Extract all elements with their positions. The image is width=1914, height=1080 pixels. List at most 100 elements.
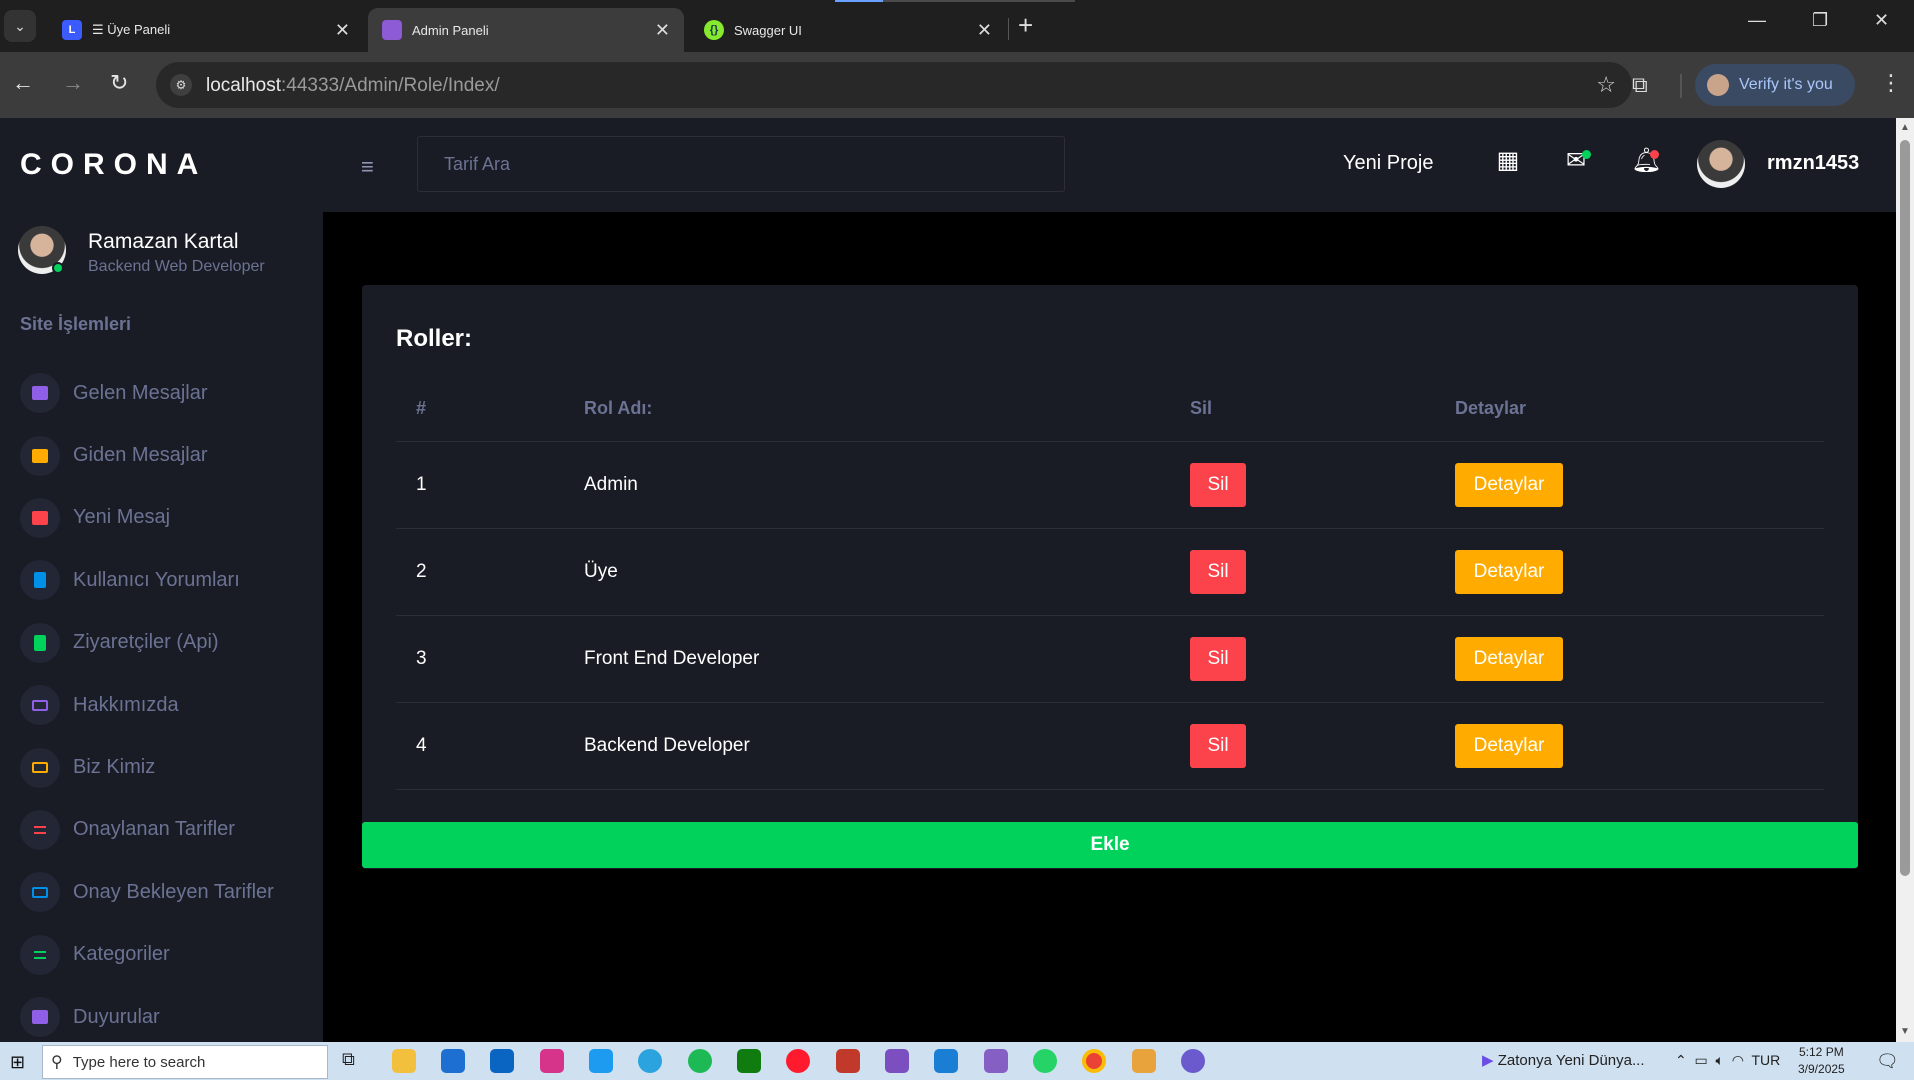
avatar[interactable] [1697,140,1745,188]
bookmark-star-icon[interactable]: ☆ [1596,72,1616,98]
app-icon[interactable] [1132,1049,1156,1073]
site-info-icon[interactable]: ⚙ [170,74,192,96]
role-name: Backend Developer [564,702,1170,790]
profile-name: Ramazan Kartal [88,230,239,253]
store-icon[interactable] [441,1049,465,1073]
bell-icon[interactable]: 🔔︎ [1631,148,1661,174]
admin-app: CORONA Ramazan Kartal Backend Web Develo… [0,118,1896,1042]
taskbar-search[interactable]: ⚲ Type here to search [42,1045,328,1079]
tab-title: Swagger UI [734,22,802,38]
visual-studio-icon[interactable] [885,1049,909,1073]
close-icon[interactable]: ✕ [335,20,350,41]
sidebar-item-kullanici-yorumlari[interactable]: Kullanıcı Yorumları [20,549,320,611]
tab-search-button[interactable]: ⌄ [4,10,36,42]
mail-icon[interactable]: ✉ [1563,148,1591,174]
media-title: Zatonya Yeni Dünya... [1497,1052,1645,1069]
apps-grid-icon[interactable]: ▦ [1495,148,1521,174]
file-explorer-icon[interactable] [392,1049,416,1073]
sidebar-item-duyurular[interactable]: Duyurular [20,986,320,1042]
scroll-down-icon[interactable]: ▼ [1900,1026,1910,1037]
delete-button[interactable]: Sil [1190,462,1246,507]
close-icon[interactable]: ✕ [655,20,670,41]
telegram-icon[interactable] [638,1049,662,1073]
role-id: 3 [396,615,564,703]
system-tray[interactable]: ⌃ ▭ 🔈︎ ◠ TUR [1675,1052,1780,1069]
sidebar-menu: Gelen Mesajlar Giden Mesajlar Yeni Mesaj… [20,362,320,1042]
scrollbar-thumb[interactable] [1900,140,1910,876]
spotify-icon[interactable] [688,1049,712,1073]
task-view-icon[interactable]: ⧉ [342,1049,366,1073]
notification-center-icon[interactable]: 🗨︎ [1876,1051,1899,1072]
sidebar-item-label: Kategoriler [73,943,170,966]
verify-profile-button[interactable]: Verify it's you [1695,64,1855,106]
page-scrollbar[interactable]: ▲ ▼ [1896,118,1914,1042]
column-header: Sil [1170,377,1435,442]
tab-uye-paneli[interactable]: L ☰ Üye Paneli ✕ [48,8,364,52]
tab-swagger-ui[interactable]: {} Swagger UI ✕ [690,8,1006,52]
back-icon[interactable]: ← [12,70,34,96]
reload-icon[interactable]: ↻ [110,70,128,96]
vscode-icon[interactable] [934,1049,958,1073]
whatsapp-icon[interactable] [1033,1049,1057,1073]
tab-admin-paneli[interactable]: Admin Paneli ✕ [368,8,684,52]
message-icon [20,497,60,538]
app-icon[interactable] [1181,1049,1205,1073]
window-close-icon[interactable]: ✕ [1874,10,1889,31]
sidebar-item-onaylanan-tarifler[interactable]: Onaylanan Tarifler [20,799,320,861]
username[interactable]: rmzn1453 [1767,152,1859,175]
delete-button[interactable]: Sil [1190,636,1246,681]
details-button[interactable]: Detaylar [1455,723,1563,768]
menu-toggle-icon[interactable]: ≡ [361,154,374,180]
add-role-button[interactable]: Ekle [362,822,1858,868]
sidebar-heading: Site İşlemleri [20,314,132,334]
brand-logo[interactable]: CORONA [20,148,207,182]
close-icon[interactable]: ✕ [977,20,992,41]
delete-button[interactable]: Sil [1190,723,1246,768]
search-input[interactable] [417,136,1065,192]
details-button[interactable]: Detaylar [1455,549,1563,594]
media-widget[interactable]: ▶ Zatonya Yeni Dünya... [1482,1051,1645,1069]
sidebar-item-label: Biz Kimiz [73,756,156,779]
wifi-icon[interactable]: ◠ [1732,1052,1744,1068]
instagram-icon[interactable] [540,1049,564,1073]
new-tab-button[interactable]: + [1018,10,1033,41]
minimize-icon[interactable]: — [1748,10,1766,31]
sidebar-item-onay-bekleyen-tarifler[interactable]: Onay Bekleyen Tarifler [20,861,320,923]
laptop-icon [20,872,60,913]
details-button[interactable]: Detaylar [1455,636,1563,681]
sidebar-item-label: Hakkımızda [73,693,179,716]
extensions-icon[interactable]: ⧉ [1632,72,1648,98]
sidebar-item-hakkimizda[interactable]: Hakkımızda [20,674,320,736]
restore-icon[interactable]: ❐ [1812,10,1828,31]
battery-icon[interactable]: ▭ [1695,1052,1708,1068]
menu-kebab-icon[interactable]: ⋮ [1880,70,1902,96]
clock[interactable]: 5:12 PM 3/9/2025 [1798,1044,1845,1078]
details-button[interactable]: Detaylar [1455,462,1563,507]
chrome-icon[interactable] [1082,1049,1106,1073]
xbox-icon[interactable] [737,1049,761,1073]
new-project-button[interactable]: Yeni Proje [1343,152,1433,175]
sidebar-item-ziyaretciler[interactable]: Ziyaretçiler (Api) [20,612,320,674]
chevron-up-icon[interactable]: ⌃ [1675,1052,1687,1068]
volume-icon[interactable]: 🔈︎ [1716,1052,1724,1068]
sidebar-item-biz-kimiz[interactable]: Biz Kimiz [20,736,320,798]
forward-icon[interactable]: → [62,70,84,96]
url-text[interactable]: localhost:44333/Admin/Role/Index/ [206,75,500,97]
scroll-up-icon[interactable]: ▲ [1900,122,1910,133]
sidebar-item-giden-mesajlar[interactable]: Giden Mesajlar [20,424,320,486]
tab-title: Admin Paneli [412,22,489,38]
sidebar-item-yeni-mesaj[interactable]: Yeni Mesaj [20,487,320,549]
windows-start-icon[interactable]: ⊞ [10,1052,25,1073]
address-bar[interactable]: ⚙ localhost:44333/Admin/Role/Index/ ☆ [156,62,1632,108]
visual-studio-icon[interactable] [984,1049,1008,1073]
toolbox-icon[interactable] [836,1049,860,1073]
profile-role: Backend Web Developer [88,258,265,275]
document-icon [20,622,60,663]
sidebar-item-gelen-mesajlar[interactable]: Gelen Mesajlar [20,362,320,424]
language-indicator[interactable]: TUR [1751,1052,1780,1068]
twitter-icon[interactable] [589,1049,613,1073]
delete-button[interactable]: Sil [1190,549,1246,594]
sidebar-item-kategoriler[interactable]: Kategoriler [20,924,320,986]
opera-icon[interactable] [786,1049,810,1073]
outlook-icon[interactable] [490,1049,514,1073]
